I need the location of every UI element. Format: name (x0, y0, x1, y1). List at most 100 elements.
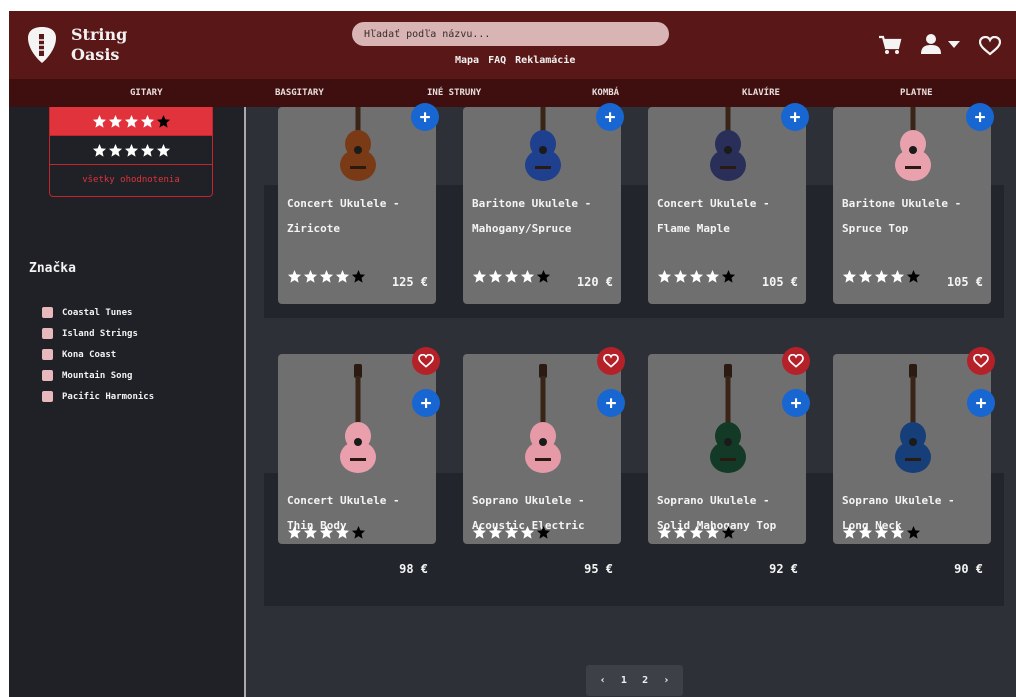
star-filled-icon (504, 525, 519, 539)
star-filled-icon (140, 143, 154, 157)
add-to-cart-button[interactable]: + (597, 389, 625, 417)
brand-filter-item[interactable]: Island Strings (42, 323, 154, 344)
link-map[interactable]: Mapa (455, 55, 479, 66)
star-filled-icon (890, 269, 905, 283)
brand-name-line1: String (71, 25, 128, 44)
add-to-cart-button[interactable]: + (596, 103, 624, 131)
star-filled-icon (156, 143, 170, 157)
star-empty-icon (906, 269, 921, 283)
nav-item-other-strings[interactable]: INÉ STRUNY (427, 88, 481, 98)
favorite-button[interactable] (412, 347, 440, 375)
star-filled-icon (140, 114, 154, 128)
product-card[interactable]: Concert Ukulele - Thin Body 98 € (278, 354, 436, 576)
add-to-cart-button[interactable]: + (412, 389, 440, 417)
rating-filter-4[interactable] (50, 107, 212, 136)
product-price: 98 € (399, 562, 428, 576)
nav-item-bass-guitars[interactable]: BASGITARY (275, 88, 324, 98)
product-card[interactable]: Soprano Ukulele - Solid Mahogany Top 92 … (648, 354, 806, 576)
rating-filter: všetky ohodnotenia (49, 107, 213, 197)
star-rating (287, 269, 366, 284)
pagination-prev[interactable]: ‹ (600, 675, 606, 686)
star-filled-icon (92, 114, 106, 128)
brand-filter-label: Island Strings (62, 328, 138, 339)
brand-filter-item[interactable]: Mountain Song (42, 365, 154, 386)
brand-filter-label: Kona Coast (62, 349, 117, 360)
star-rating (657, 525, 736, 540)
star-filled-icon (520, 269, 535, 283)
star-rating (472, 525, 551, 540)
heart-icon (973, 354, 989, 368)
star-filled-icon (504, 269, 519, 283)
product-card[interactable]: Baritone Ukulele - Mahogany/Spruce 120 € (463, 107, 621, 304)
brand-filter-item[interactable]: Coastal Tunes (42, 302, 154, 323)
brand-filter-item[interactable]: Kona Coast (42, 344, 154, 365)
brand-checkbox[interactable] (42, 328, 53, 339)
star-filled-icon (657, 525, 672, 539)
nav-item-records[interactable]: PLATNE (900, 88, 933, 98)
add-to-cart-button[interactable]: + (967, 389, 995, 417)
add-to-cart-button[interactable]: + (781, 103, 809, 131)
star-rating (842, 269, 921, 284)
rating-filter-5[interactable] (50, 136, 212, 165)
product-card[interactable]: Concert Ukulele - Flame Maple 105 € (648, 107, 806, 304)
brand-checkbox[interactable] (42, 349, 53, 360)
search-input[interactable] (352, 22, 669, 46)
brand-filter-item[interactable]: Pacific Harmonics (42, 386, 154, 407)
pagination-page-1[interactable]: 1 (621, 675, 627, 686)
product-card[interactable]: Baritone Ukulele - Spruce Top 105 € (833, 107, 991, 304)
star-filled-icon (705, 269, 720, 283)
star-filled-icon (689, 269, 704, 283)
product-card[interactable]: Soprano Ukulele - Long Neck 90 € (833, 354, 991, 576)
star-rating (842, 525, 921, 540)
add-to-cart-button[interactable]: + (782, 389, 810, 417)
favorite-button[interactable] (597, 347, 625, 375)
nav-item-pianos[interactable]: KLAVÍRE (742, 88, 780, 98)
nav-item-combos[interactable]: KOMBÁ (592, 88, 619, 98)
product-card[interactable]: Concert Ukulele - Ziricote 125 € (278, 107, 436, 304)
chevron-down-icon[interactable] (948, 41, 960, 49)
star-filled-icon (319, 269, 334, 283)
star-filled-icon (673, 525, 688, 539)
star-filled-icon (858, 525, 873, 539)
link-faq[interactable]: FAQ (488, 55, 506, 66)
star-filled-icon (335, 269, 350, 283)
star-filled-icon (472, 269, 487, 283)
heart-icon (788, 354, 804, 368)
brand-filter-label: Pacific Harmonics (62, 391, 155, 402)
star-filled-icon (520, 525, 535, 539)
header: String Oasis Mapa FAQ Reklamácie (9, 11, 1016, 79)
add-to-cart-button[interactable]: + (411, 103, 439, 131)
guitar-pick-logo-icon[interactable] (27, 26, 57, 64)
add-to-cart-button[interactable]: + (966, 103, 994, 131)
star-filled-icon (108, 143, 122, 157)
cart-icon[interactable] (878, 35, 902, 55)
star-filled-icon (287, 269, 302, 283)
star-filled-icon (858, 269, 873, 283)
brand-checkbox[interactable] (42, 307, 53, 318)
star-filled-icon (124, 114, 138, 128)
product-card[interactable]: Soprano Ukulele - Acoustic Electric 95 € (463, 354, 621, 576)
ukulele-image (340, 364, 376, 473)
product-price: 92 € (769, 562, 798, 576)
product-price: 95 € (584, 562, 613, 576)
product-title: Baritone Ukulele - Mahogany/Spruce (472, 197, 592, 235)
all-ratings-link[interactable]: všetky ohodnotenia (50, 165, 212, 195)
favorite-button[interactable] (782, 347, 810, 375)
ukulele-image (525, 364, 561, 473)
pagination: ‹ 1 2 › (586, 665, 683, 696)
brand-checkbox[interactable] (42, 391, 53, 402)
ukulele-image (710, 364, 746, 473)
user-icon[interactable] (920, 33, 944, 55)
product-title: Baritone Ukulele - Spruce Top (842, 197, 962, 235)
pagination-page-2[interactable]: 2 (642, 675, 648, 686)
product-price: 105 € (761, 275, 798, 289)
brand-checkbox[interactable] (42, 370, 53, 381)
star-filled-icon (335, 525, 350, 539)
brand-name[interactable]: String Oasis (71, 25, 127, 65)
heart-icon[interactable] (979, 36, 1001, 56)
star-empty-icon (351, 269, 366, 283)
pagination-next[interactable]: › (663, 675, 669, 686)
link-complaints[interactable]: Reklamácie (515, 55, 575, 66)
nav-item-guitars[interactable]: GITARY (130, 88, 163, 98)
favorite-button[interactable] (967, 347, 995, 375)
